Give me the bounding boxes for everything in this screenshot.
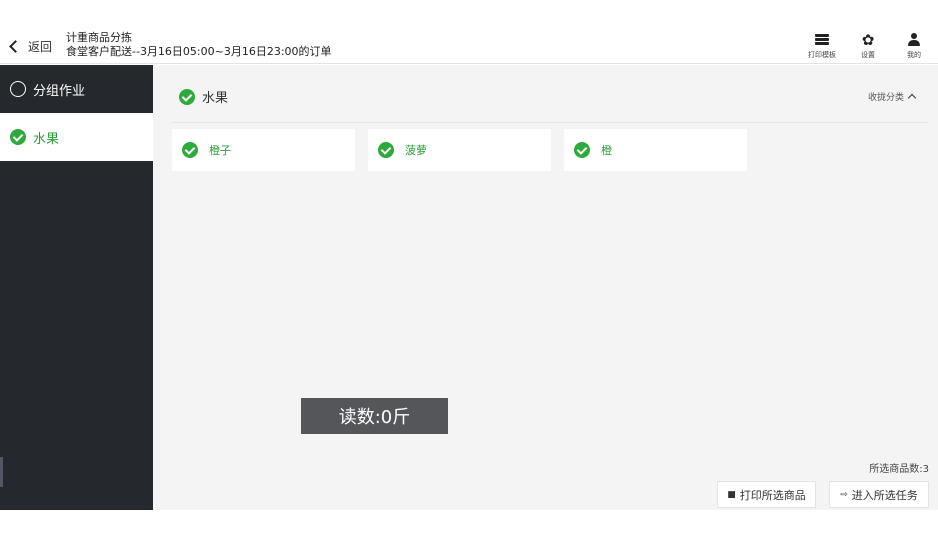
product-name: 橙子 — [209, 144, 231, 157]
gear-icon: ✿ — [861, 31, 875, 49]
group-header[interactable]: 水果 — [179, 87, 228, 106]
back-button[interactable]: 返回 — [8, 38, 52, 55]
back-label: 返回 — [28, 40, 53, 54]
product-name: 菠萝 — [405, 144, 427, 157]
sidebar-item-label: 水果 — [33, 131, 60, 147]
printer-icon: ■ — [727, 489, 736, 500]
sidebar-item-group-work[interactable]: 分组作业 — [0, 65, 153, 113]
header-tools: 打印模板 ✿ 设置 我的 — [806, 32, 930, 60]
main-panel: 水果 收拢分类 橙子 菠萝 橙 读数:0斤 所选商品数:3 ■ 打印所选商品 ⇨… — [153, 65, 938, 510]
print-template-button[interactable]: 打印模板 — [806, 32, 838, 60]
print-selected-label: 打印所选商品 — [739, 488, 806, 502]
page-title-block: 计重商品分拣 食堂客户配送--3月16日05:00~3月16日23:00的订单 — [66, 31, 332, 59]
collapse-label: 收拢分类 — [867, 93, 904, 103]
group-title: 水果 — [202, 91, 229, 106]
sidebar-item-fruit[interactable]: 水果 — [0, 113, 153, 161]
user-icon — [908, 33, 920, 47]
enter-selected-tasks-button[interactable]: ⇨ 进入所选任务 — [829, 481, 929, 508]
profile-label: 我的 — [907, 51, 921, 59]
product-card[interactable]: 橙子 — [172, 129, 355, 171]
chevron-up-icon — [907, 93, 917, 103]
printer-icon — [815, 33, 829, 47]
print-selected-button[interactable]: ■ 打印所选商品 — [717, 481, 816, 508]
header: 返回 计重商品分拣 食堂客户配送--3月16日05:00~3月16日23:00的… — [0, 0, 938, 64]
scale-reading-display: 读数:0斤 — [301, 398, 448, 434]
circle-icon — [10, 81, 26, 97]
check-circle-icon — [179, 88, 195, 105]
divider — [171, 122, 929, 123]
page-title: 计重商品分拣 — [66, 31, 132, 44]
sidebar: 分组作业 水果 — [0, 65, 153, 510]
product-card[interactable]: 橙 — [564, 129, 747, 171]
profile-button[interactable]: 我的 — [898, 32, 930, 60]
product-name: 橙 — [601, 144, 612, 157]
check-circle-icon — [182, 142, 198, 158]
check-circle-icon — [574, 142, 590, 158]
sidebar-handle[interactable] — [0, 457, 3, 487]
selected-count: 所选商品数:3 — [869, 464, 929, 475]
app-root: 返回 计重商品分拣 食堂客户配送--3月16日05:00~3月16日23:00的… — [0, 0, 938, 537]
page-subtitle: 食堂客户配送--3月16日05:00~3月16日23:00的订单 — [66, 45, 332, 58]
chevron-left-icon — [9, 40, 22, 53]
check-circle-icon — [10, 129, 26, 145]
sidebar-item-label: 分组作业 — [33, 83, 86, 99]
check-circle-icon — [378, 142, 394, 158]
print-template-label: 打印模板 — [808, 51, 836, 59]
product-list: 橙子 菠萝 橙 — [172, 129, 747, 171]
settings-button[interactable]: ✿ 设置 — [852, 32, 884, 60]
product-card[interactable]: 菠萝 — [368, 129, 551, 171]
settings-label: 设置 — [861, 51, 875, 59]
enter-selected-label: 进入所选任务 — [851, 488, 918, 502]
enter-icon: ⇨ — [840, 489, 848, 500]
collapse-category-button[interactable]: 收拢分类 — [867, 90, 917, 103]
